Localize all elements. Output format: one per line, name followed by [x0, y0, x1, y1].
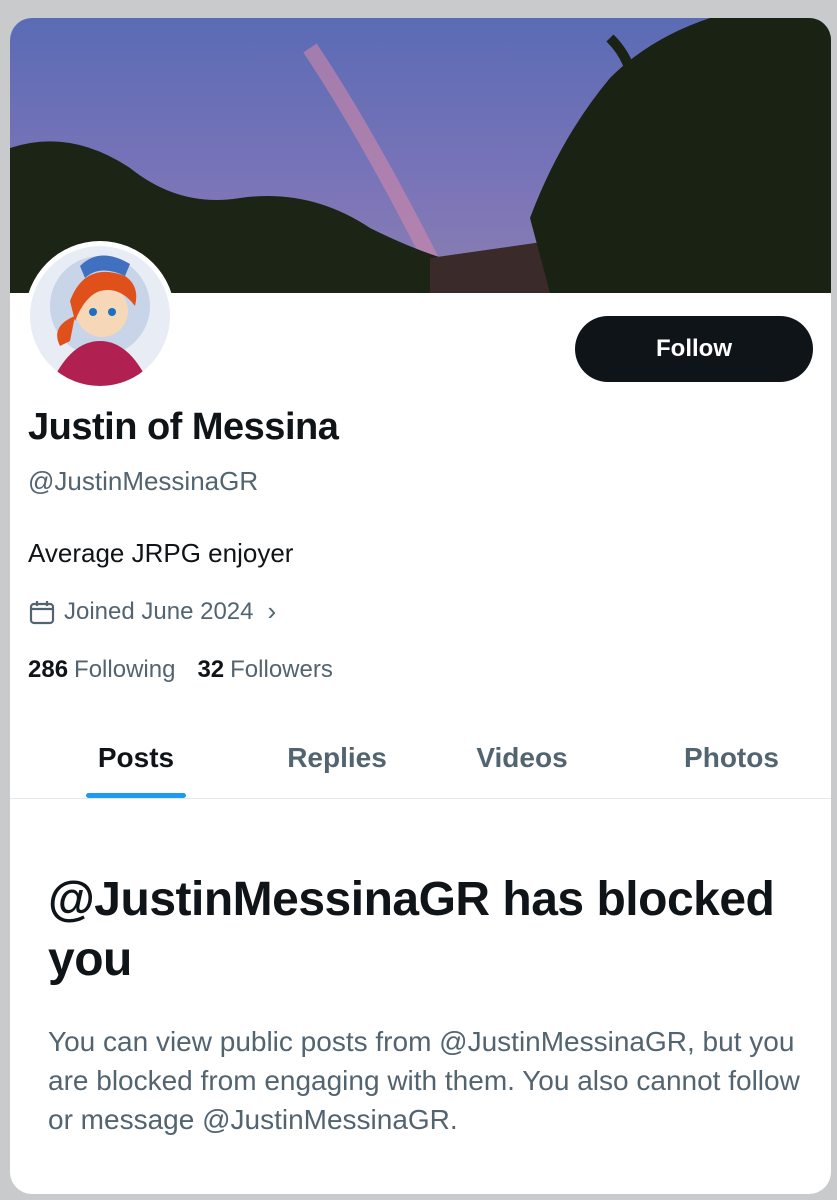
followers-link[interactable]: 32 Followers	[197, 656, 332, 684]
profile-display-name: Justin of Messina	[28, 406, 339, 448]
profile-card: Follow Justin of Messina @JustinMessinaG…	[10, 18, 831, 1194]
profile-bio: Average JRPG enjoyer	[28, 538, 294, 568]
following-label: Following	[74, 656, 176, 683]
follow-stats: 286 Following 32 Followers	[28, 656, 333, 684]
profile-tabs: Posts Replies Videos Photos	[10, 718, 831, 799]
follow-button[interactable]: Follow	[575, 316, 813, 382]
followers-count: 32	[197, 656, 225, 683]
blocked-title: @JustinMessinaGR has blocked you	[48, 873, 775, 986]
following-link[interactable]: 286 Following	[28, 656, 175, 684]
tab-videos[interactable]: Videos	[412, 718, 632, 798]
following-count: 286	[28, 656, 69, 683]
profile-handle: @JustinMessinaGR	[28, 466, 259, 496]
calendar-icon	[28, 598, 56, 626]
chevron-right-icon: ›	[267, 596, 277, 626]
joined-label: Joined June 2024	[64, 597, 254, 625]
blocked-message: You can view public posts from @JustinMe…	[48, 1026, 800, 1135]
avatar[interactable]	[25, 241, 175, 391]
tab-replies[interactable]: Replies	[262, 718, 412, 798]
joined-date[interactable]: Joined June 2024 ›	[28, 596, 276, 627]
tab-posts[interactable]: Posts	[10, 718, 262, 798]
tab-photos[interactable]: Photos	[632, 718, 831, 798]
followers-label: Followers	[230, 656, 333, 683]
